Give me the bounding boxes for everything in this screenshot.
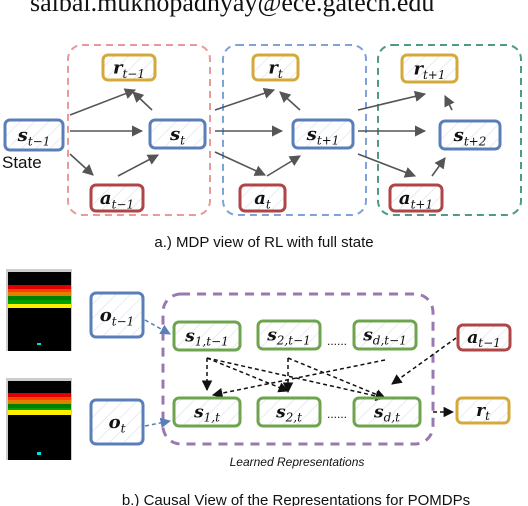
node-r-t: rt: [251, 53, 300, 82]
ellipsis-top: ......: [327, 334, 347, 348]
arrow-a-t1-to-s-t2: [431, 157, 446, 177]
node-sd-t-minus-1: sd,t−1: [352, 319, 418, 351]
arrow-s-t-to-a-t: [214, 151, 267, 176]
arrow-sd-prev-to-s1-t: [211, 359, 386, 399]
arrow-s-t-to-r-prev: [132, 91, 153, 111]
node-r-t-b: rt: [455, 396, 511, 425]
node-a-t-minus-1-b: at−1: [456, 323, 512, 352]
ellipsis-bottom: ......: [327, 407, 347, 421]
node-s1-t-minus-1: s1,t−1: [172, 320, 242, 352]
state-label: State: [2, 153, 42, 172]
arrow-s-t2-to-r-t1: [444, 94, 455, 111]
caption-b: b.) Causal View of the Representations f…: [122, 492, 470, 506]
node-s-t-plus-2: st+2: [438, 119, 502, 151]
mdp-arrows: [69, 87, 455, 178]
node-r-t-minus-1: rt−1: [101, 53, 157, 82]
arrow-s1-prev-to-sd-t: [206, 357, 387, 402]
author-email: saibal.mukhopadhyay@ece.gatech.edu: [30, 0, 434, 17]
node-s2-t: s2,t: [256, 396, 322, 428]
arrow-s-t1-to-r-t: [279, 91, 301, 111]
arrow-s-prev-to-a-prev: [69, 153, 94, 176]
caption-a: a.) MDP view of RL with full state: [154, 234, 373, 251]
node-o-t-minus-1: ot−1: [89, 291, 145, 339]
atari-frame-t-minus-1: [6, 269, 72, 351]
arrow-s2-prev-to-sd-t: [287, 357, 386, 400]
node-a-t: at: [238, 183, 287, 213]
node-s-t-plus-1: st+1: [291, 118, 355, 150]
learned-representations-label: Learned Representations: [230, 455, 365, 469]
node-a-t-plus-1: at+1: [388, 183, 444, 213]
atari-frame-t: [6, 378, 72, 460]
arrow-a-t-to-s-t1: [266, 155, 301, 177]
arrow-a-prev-to-s-t: [117, 154, 159, 177]
arrow-s1-prev-to-s2-t: [206, 357, 289, 393]
node-sd-t: sd,t: [352, 396, 422, 428]
node-r-t-plus-1: rt+1: [400, 53, 459, 84]
node-s-t-minus-1: st−1: [3, 118, 65, 152]
node-s-t: st: [148, 118, 207, 150]
node-a-t-minus-1: at−1: [89, 183, 145, 213]
node-s1-t: s1,t: [172, 396, 242, 428]
node-o-t: ot: [89, 398, 145, 446]
node-s2-t-minus-1: s2,t−1: [256, 319, 322, 351]
arrow-o-t-to-s1-t: [144, 417, 172, 429]
arrow-s-prev-to-r-prev: [69, 88, 137, 116]
arrow-s-t1-to-r-t1: [357, 90, 427, 111]
arrow-o-prev-to-s1-prev: [144, 319, 171, 335]
diagram-canvas: saibal.mukhopadhyay@ece.gatech.edu st−1 s…: [2, 0, 522, 506]
